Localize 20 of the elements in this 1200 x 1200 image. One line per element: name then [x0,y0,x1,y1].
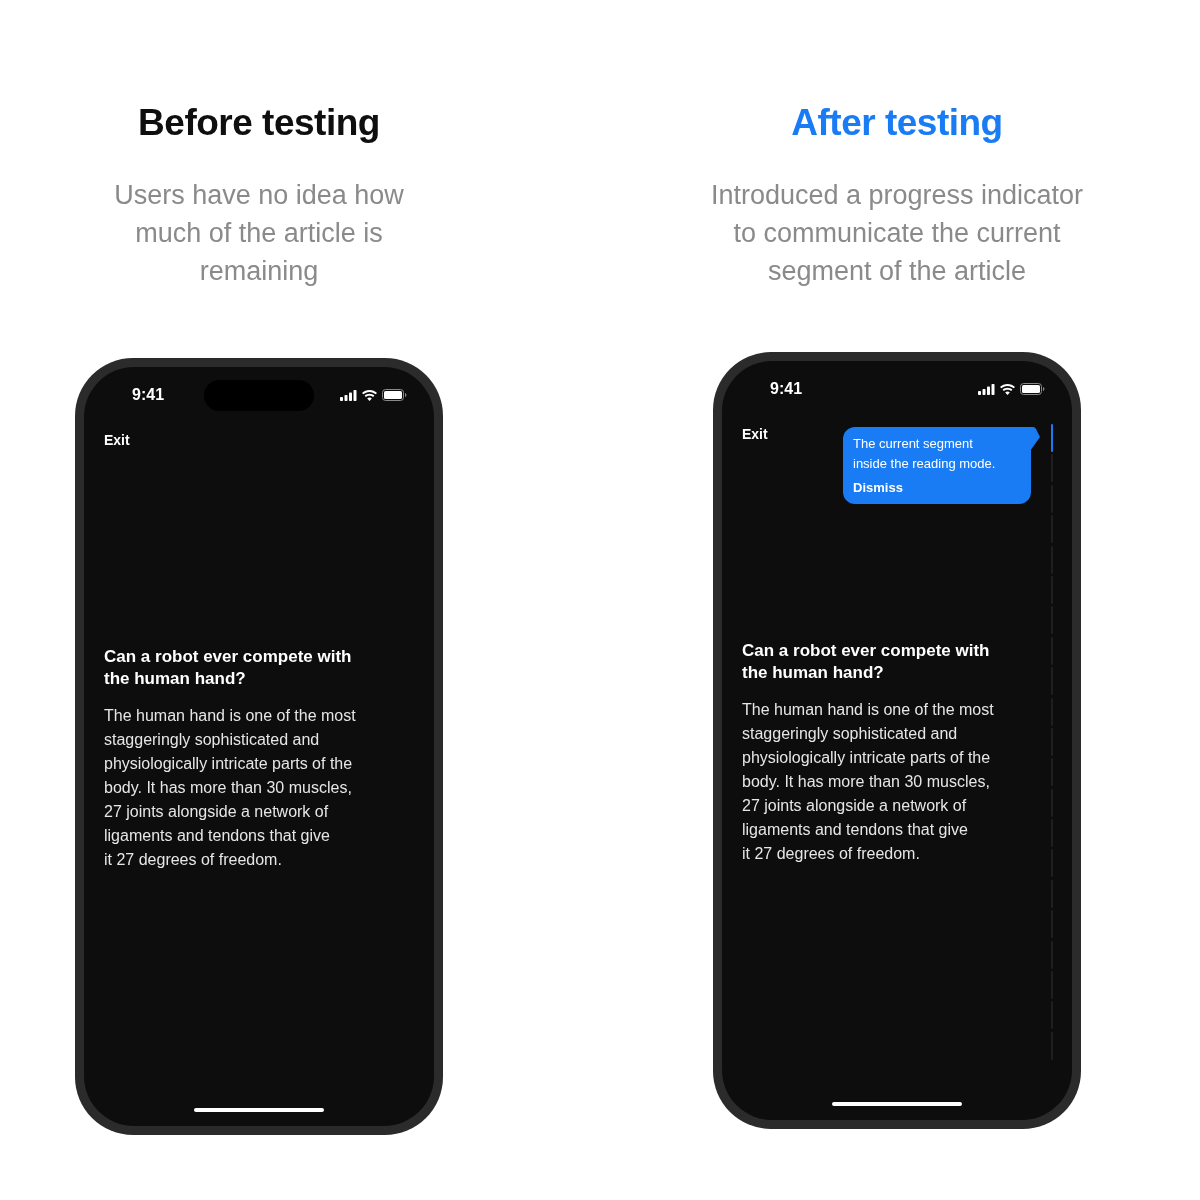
dismiss-button[interactable]: Dismiss [853,478,903,498]
battery-icon [1020,383,1045,395]
panel-description: Users have no idea how much of the article is remaining [113,179,405,288]
tooltip-text: The current segment inside the reading mode. [853,435,996,473]
signal-icon [340,389,357,401]
exit-button[interactable]: Exit [742,424,768,444]
status-time: 9:41 [132,385,165,405]
wifi-icon [362,389,377,401]
battery-icon [382,389,407,401]
exit-button[interactable]: Exit [104,430,130,450]
panel-description: Introduced a progress indicator to communicate the current segment of the article [709,179,1085,288]
article-body: The human hand is one of the most staggeringly sophisticated and physiologically intricate parts of the body. It has more than 30 muscles, 27 joints alongside a network of ligaments and tendons that give it 27 degrees of freedom. [104,706,356,870]
article-body: The human hand is one of the most staggeringly sophisticated and physiologically intricate parts of the body. It has more than 30 muscles, 27 joints alongside a network of ligaments and tendons that give it 27 degrees of freedom. [742,700,994,864]
article-title: Can a robot ever compete with the human hand? [104,646,352,690]
article-title: Can a robot ever compete with the human hand? [742,640,990,684]
panel-heading: Before testing [138,101,380,145]
panel-heading: After testing [791,101,1003,145]
signal-icon [978,383,995,395]
status-time: 9:41 [770,379,803,399]
wifi-icon [1000,383,1015,395]
